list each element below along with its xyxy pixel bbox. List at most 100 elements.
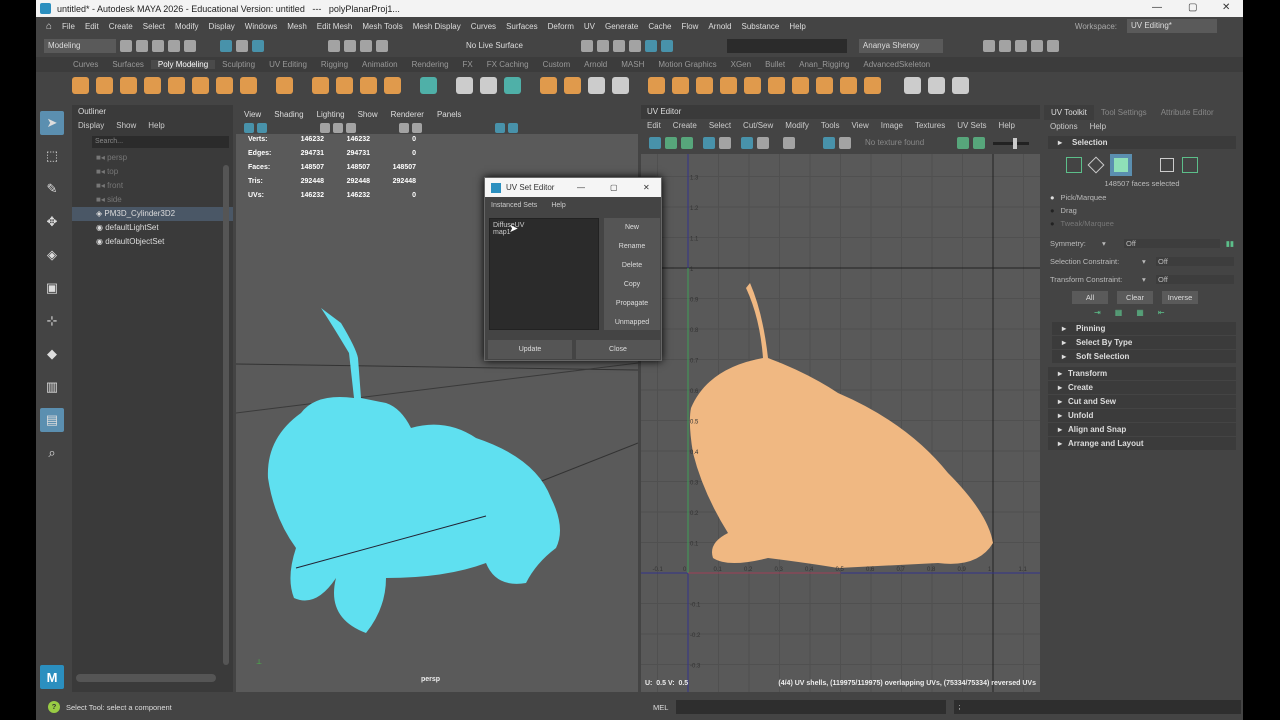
uv-menu-help[interactable]: Help	[999, 121, 1015, 131]
menu-curves[interactable]: Curves	[471, 22, 496, 31]
vertex-mode-icon[interactable]	[1066, 157, 1082, 173]
type-icon[interactable]	[360, 77, 377, 94]
uv-set-list[interactable]: DiffuseUV map1	[489, 218, 599, 330]
shelf-tab-curves[interactable]: Curves	[66, 60, 105, 69]
propagate-button[interactable]: Propagate	[604, 294, 660, 313]
outliner-item-light-set[interactable]: ◉ defaultLightSet	[72, 221, 233, 235]
uv-distortion-icon[interactable]	[665, 137, 677, 149]
select-hierarchy-icon[interactable]	[220, 39, 232, 52]
section-create[interactable]: Create	[1048, 381, 1236, 394]
poly-cone-icon[interactable]	[144, 77, 161, 94]
section-select-by-type[interactable]: Select By Type	[1052, 336, 1236, 349]
uv-snapshot-icon[interactable]	[783, 137, 795, 149]
transform-constraint-dropdown[interactable]: Off	[1156, 274, 1234, 284]
menu-surfaces[interactable]: Surfaces	[506, 22, 538, 31]
texture-dropdown[interactable]: No texture found	[861, 136, 943, 150]
command-input[interactable]	[726, 38, 847, 53]
section-soft-selection[interactable]: Soft Selection	[1052, 350, 1236, 363]
render-icon[interactable]	[596, 39, 609, 52]
toolkit-menu-help[interactable]: Help	[1090, 122, 1106, 132]
poly-plane-icon[interactable]	[192, 77, 209, 94]
section-unfold[interactable]: Unfold	[1048, 409, 1236, 422]
uv-winding-icon[interactable]	[681, 137, 693, 149]
open-scene-icon[interactable]	[136, 39, 148, 52]
channel-box-icon[interactable]	[1046, 39, 1059, 52]
edge-mode-icon[interactable]	[1087, 156, 1105, 174]
snap-curve-icon[interactable]	[344, 39, 356, 52]
shelf-tab-rendering[interactable]: Rendering	[405, 60, 456, 69]
new-scene-icon[interactable]	[120, 39, 132, 52]
shelf-tab-uv-editing[interactable]: UV Editing	[262, 60, 314, 69]
poly-disc-icon[interactable]	[216, 77, 233, 94]
workspace-dropdown[interactable]: UV Editing*	[1127, 19, 1217, 33]
hypershade-icon[interactable]	[644, 39, 657, 52]
uv-shell-icon[interactable]	[757, 137, 769, 149]
mel-input[interactable]	[676, 700, 947, 714]
mirror-icon[interactable]	[564, 77, 581, 94]
menu-select[interactable]: Select	[143, 22, 165, 31]
menu-mesh-tools[interactable]: Mesh Tools	[362, 22, 402, 31]
bridge-icon[interactable]	[588, 77, 605, 94]
circularize-icon[interactable]	[816, 77, 833, 94]
select-tool-icon[interactable]: ➤	[40, 111, 64, 135]
sweep-mesh-icon[interactable]	[312, 77, 329, 94]
select-all-button[interactable]: All	[1072, 291, 1108, 304]
live-surface-field[interactable]: No Live Surface	[462, 38, 527, 53]
poke-icon[interactable]	[768, 77, 785, 94]
polygon-grid-icon[interactable]	[420, 77, 437, 94]
uv-menu-uv-sets[interactable]: UV Sets	[957, 121, 986, 131]
shelf-tab-surfaces[interactable]: Surfaces	[105, 60, 151, 69]
rotate-tool-icon[interactable]: ◈	[40, 243, 64, 267]
svg-icon[interactable]	[384, 77, 401, 94]
shelf-tab-anan-rigging[interactable]: Anan_Rigging	[792, 60, 856, 69]
menu-arnold[interactable]: Arnold	[708, 22, 731, 31]
move-tool-icon[interactable]: ✥	[40, 210, 64, 234]
poly-cylinder-icon[interactable]	[120, 77, 137, 94]
redo-icon[interactable]	[184, 39, 196, 52]
select-object-icon[interactable]	[236, 39, 248, 52]
radio-drag[interactable]: ● Drag	[1044, 204, 1240, 217]
modeling-toolkit-icon[interactable]	[982, 39, 995, 52]
checker-icon[interactable]	[839, 137, 851, 149]
dialog-minimize-icon[interactable]: —	[577, 183, 585, 192]
unmapped-button[interactable]: Unmapped	[604, 313, 660, 332]
scale-tool-icon[interactable]: ▣	[40, 276, 64, 300]
shelf-tab-sculpting[interactable]: Sculpting	[215, 60, 262, 69]
home-icon[interactable]: ⌂	[46, 21, 52, 32]
uv-menu-image[interactable]: Image	[881, 121, 903, 131]
menu-help[interactable]: Help	[551, 202, 565, 209]
grow-region-icon[interactable]: ▦	[1136, 308, 1144, 317]
menu-modify[interactable]: Modify	[175, 22, 199, 31]
shelf-tab-custom[interactable]: Custom	[536, 60, 578, 69]
ipr-render-icon[interactable]	[612, 39, 625, 52]
show-manipulator-icon[interactable]: ⊹	[40, 309, 64, 333]
attribute-editor-icon[interactable]	[1014, 39, 1027, 52]
uv-borders-icon[interactable]	[703, 137, 715, 149]
duplicate-face-icon[interactable]	[864, 77, 881, 94]
tool-settings-icon[interactable]	[1030, 39, 1043, 52]
menu-flow[interactable]: Flow	[681, 22, 698, 31]
outliner-item-front[interactable]: ■◂ front	[72, 179, 233, 193]
shelf-tab-fx-caching[interactable]: FX Caching	[480, 60, 536, 69]
section-cut-and-sew[interactable]: Cut and Sew	[1048, 395, 1236, 408]
poly-platonic-icon[interactable]	[240, 77, 257, 94]
close-button[interactable]: Close	[576, 340, 660, 359]
shell-mode-icon[interactable]	[1182, 157, 1198, 173]
shelf-tab-fx[interactable]: FX	[456, 60, 480, 69]
update-button[interactable]: Update	[488, 340, 572, 359]
character-controls-icon[interactable]	[998, 39, 1011, 52]
section-arrange-and-layout[interactable]: Arrange and Layout	[1048, 437, 1236, 450]
mode-dropdown[interactable]: Modeling	[44, 38, 116, 53]
shelf-tab-rigging[interactable]: Rigging	[314, 60, 355, 69]
smooth-icon[interactable]	[504, 77, 521, 94]
outliner-item-object-set[interactable]: ◉ defaultObjectSet	[72, 235, 233, 249]
outliner-menu-display[interactable]: Display	[78, 121, 104, 131]
section-selection[interactable]: Selection	[1048, 136, 1236, 149]
shelf-tab-bullet[interactable]: Bullet	[758, 60, 792, 69]
menu-edit-mesh[interactable]: Edit Mesh	[317, 22, 353, 31]
shelf-tab-arnold[interactable]: Arnold	[577, 60, 614, 69]
extrude-icon[interactable]	[648, 77, 665, 94]
paint-select-icon[interactable]: ✎	[40, 177, 64, 201]
outliner-vertical-scrollbar[interactable]	[223, 165, 229, 665]
section-align-and-snap[interactable]: Align and Snap	[1048, 423, 1236, 436]
